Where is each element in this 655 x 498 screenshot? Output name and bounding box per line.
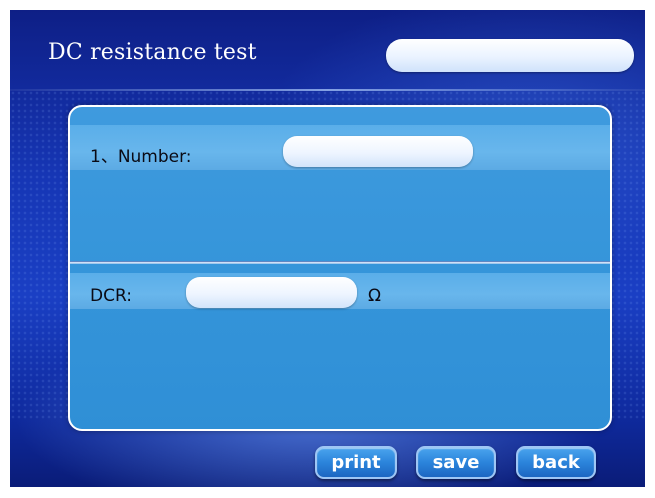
ohm-unit-label: Ω (368, 286, 381, 306)
screen: DC resistance test 1、Number: DCR: Ω prin… (10, 10, 645, 487)
dcr-label: DCR: (90, 286, 132, 306)
header-divider (10, 89, 645, 91)
number-input[interactable] (283, 136, 473, 167)
test-panel: 1、Number: DCR: Ω (68, 105, 612, 431)
print-button[interactable]: print (315, 446, 397, 479)
page-title: DC resistance test (48, 40, 257, 65)
dcr-input[interactable] (186, 277, 357, 308)
back-button[interactable]: back (516, 446, 596, 479)
save-button[interactable]: save (416, 446, 496, 479)
section-divider (70, 261, 610, 264)
number-label: 1、Number: (90, 147, 192, 167)
header-input[interactable] (386, 39, 634, 72)
